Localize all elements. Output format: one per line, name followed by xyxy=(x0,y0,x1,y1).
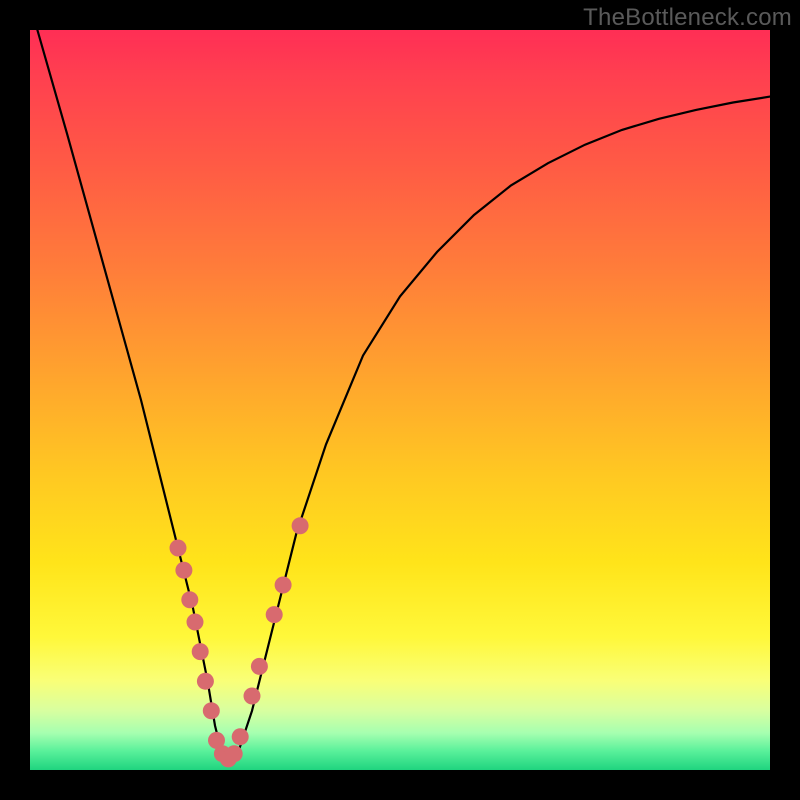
watermark-text: TheBottleneck.com xyxy=(583,4,792,32)
highlight-dot xyxy=(266,606,283,623)
highlight-dot xyxy=(226,745,243,762)
curve-svg xyxy=(30,30,770,770)
highlight-dot xyxy=(251,658,268,675)
highlight-dot xyxy=(175,562,192,579)
highlight-dot xyxy=(203,702,220,719)
highlight-dot xyxy=(244,688,261,705)
highlight-dot xyxy=(232,728,249,745)
highlight-dot xyxy=(292,517,309,534)
highlight-dot xyxy=(170,540,187,557)
plot-area xyxy=(30,30,770,770)
chart-frame: TheBottleneck.com xyxy=(0,0,800,800)
highlight-dot xyxy=(275,577,292,594)
highlight-dot xyxy=(181,591,198,608)
highlight-dots xyxy=(170,517,309,767)
highlight-dot xyxy=(192,643,209,660)
highlight-dot xyxy=(197,673,214,690)
bottleneck-curve xyxy=(37,30,770,763)
highlight-dot xyxy=(187,614,204,631)
